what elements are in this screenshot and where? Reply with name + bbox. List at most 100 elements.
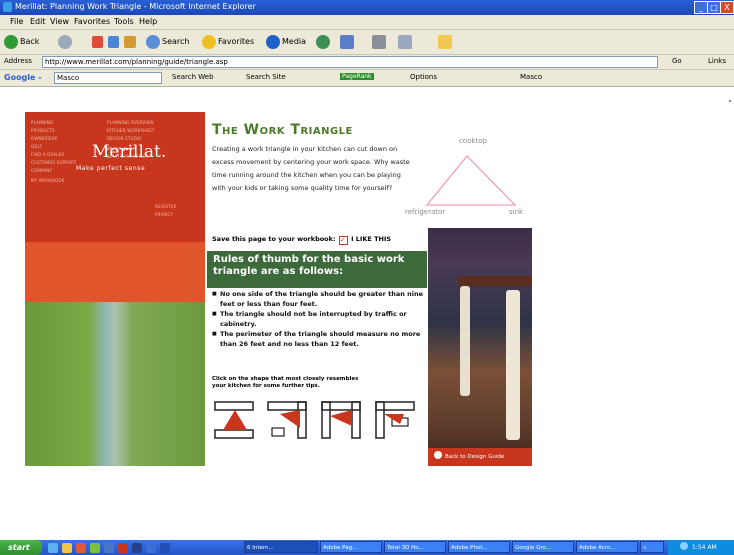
nav-link[interactable]: FIND A DEALER (31, 152, 64, 157)
kitchen-shape-island[interactable] (374, 400, 416, 440)
refresh-button[interactable] (108, 34, 121, 50)
quicklaunch-app-icon[interactable] (132, 543, 142, 553)
nav-link[interactable]: KITCHEN WORKSHEET (107, 128, 155, 133)
menu-tools[interactable]: Tools (114, 17, 134, 26)
quicklaunch-folder-icon[interactable] (62, 543, 72, 553)
menu-help[interactable]: Help (139, 17, 157, 26)
label-cooktop: cooktop (459, 137, 487, 145)
menu-favorites[interactable]: Favorites (74, 17, 110, 26)
nav-link[interactable]: PRIVACY (155, 212, 173, 217)
quicklaunch-app-icon[interactable] (146, 543, 156, 553)
stop-button[interactable] (92, 34, 105, 50)
nav-link[interactable]: DESIGN STUDIO (107, 136, 142, 141)
tray-icon[interactable] (680, 542, 688, 550)
rules-heading: Rules of thumb for the basic work triang… (207, 251, 427, 288)
refresh-icon (108, 35, 119, 48)
print-button[interactable] (372, 34, 388, 50)
like-checkbox-icon[interactable]: ✓ (338, 236, 348, 245)
nav-link[interactable]: COMPANY (31, 168, 52, 173)
task-internet-explorer[interactable]: 6 Intern... (244, 541, 318, 553)
stop-icon (92, 35, 103, 48)
forward-button[interactable] (58, 34, 74, 50)
quicklaunch-ie-icon[interactable] (48, 543, 58, 553)
google-logo[interactable]: Google - (4, 73, 42, 82)
search-site-button[interactable]: Search Site (246, 73, 286, 81)
menu-edit[interactable]: Edit (30, 17, 46, 26)
back-to-design-guide-button[interactable]: Back to Design Guide (428, 448, 532, 466)
menu-file[interactable]: File (10, 17, 23, 26)
nav-link[interactable]: CUSTOMER SUPPORT (31, 160, 76, 165)
rules-list: No one side of the triangle should be gr… (212, 289, 424, 349)
task-overflow[interactable]: « (640, 541, 664, 553)
media-button[interactable]: Media (266, 34, 306, 50)
kitchen-shape-instructions: Click on the shape that most closely res… (212, 376, 359, 389)
home-button[interactable] (124, 34, 138, 50)
brand-block (25, 242, 205, 302)
table-leg (460, 286, 470, 396)
kitchen-shape-u[interactable] (320, 400, 362, 440)
title-bar: Merillat: Planning Work Triangle - Micro… (0, 0, 734, 15)
folder-button[interactable] (438, 34, 454, 50)
list-item: No one side of the triangle should be gr… (212, 289, 424, 309)
taskbar: start 6 Intern... Adobe Pag... Total 3D … (0, 540, 734, 555)
nav-link[interactable]: PLANNING OVERVIEW (107, 120, 154, 125)
nav-link[interactable]: PRODUCTS (31, 128, 55, 133)
merillat-logo[interactable]: Merillat. (92, 142, 166, 162)
quicklaunch-app-icon[interactable] (160, 543, 170, 553)
like-button[interactable]: I LIKE THIS (351, 235, 391, 243)
start-button[interactable]: start (0, 540, 42, 555)
decorative-green-block (25, 302, 205, 466)
menu-view[interactable]: View (50, 17, 69, 26)
forward-arrow-icon (58, 34, 72, 49)
masco-button[interactable]: Masco (520, 73, 542, 81)
address-input[interactable]: http://www.merillat.com/planning/guide/t… (42, 56, 658, 68)
save-to-workbook: Save this page to your workbook: ✓ I LIK… (212, 235, 391, 245)
pagerank-indicator[interactable]: PageRank (340, 73, 374, 80)
kitchen-shape-l[interactable] (266, 400, 308, 440)
history-button[interactable] (316, 34, 332, 50)
home-icon (124, 35, 136, 48)
browser-toolbar: Back Search Favorites Media (0, 30, 734, 55)
nav-link[interactable]: REGISTER (155, 204, 176, 209)
favorites-button[interactable]: Favorites (202, 34, 254, 50)
star-icon (202, 34, 216, 49)
back-button[interactable]: Back (4, 34, 39, 50)
work-triangle-diagram: cooktop refrigerator sink (405, 137, 524, 216)
quicklaunch-app-icon[interactable] (104, 543, 114, 553)
nav-link[interactable]: MY WORKBOOK (31, 178, 64, 183)
list-item: The perimeter of the triangle should mea… (212, 329, 424, 349)
task-total-3d-home[interactable]: Total 3D Ho... (384, 541, 446, 553)
nav-link[interactable]: OWNERSHIP (31, 136, 57, 141)
maximize-button[interactable]: □ (707, 1, 721, 14)
close-button[interactable]: X (720, 1, 734, 14)
search-icon (146, 34, 160, 49)
kitchen-shape-galley[interactable] (213, 400, 255, 440)
kitchen-island-photo (428, 228, 532, 466)
minimize-button[interactable]: _ (694, 1, 708, 14)
task-adobe-pagemaker[interactable]: Adobe Pag... (320, 541, 382, 553)
intro-paragraph: Creating a work triangle in your kitchen… (212, 145, 410, 192)
search-web-button[interactable]: Search Web (172, 73, 214, 81)
history-icon (316, 34, 330, 49)
page-title: The Work Triangle (212, 122, 353, 138)
google-search-input[interactable]: Masco (54, 72, 162, 84)
quicklaunch-app-icon[interactable] (90, 543, 100, 553)
search-button[interactable]: Search (146, 34, 189, 50)
table-leg (506, 290, 520, 440)
task-google-groups[interactable]: Google Gro... (512, 541, 574, 553)
nav-link[interactable]: GOLF (31, 144, 43, 149)
edit-button[interactable] (398, 34, 414, 50)
ie-icon (3, 2, 12, 12)
options-button[interactable]: Options (410, 73, 437, 81)
window-title: Merillat: Planning Work Triangle - Micro… (15, 2, 256, 11)
go-button[interactable]: Go (672, 57, 682, 65)
task-adobe-acrobat[interactable]: Adobe Acro... (576, 541, 638, 553)
task-adobe-photoshop[interactable]: Adobe Phot... (448, 541, 510, 553)
quicklaunch-app-icon[interactable] (76, 543, 86, 553)
nav-link[interactable]: PLANNING (31, 120, 53, 125)
quicklaunch-app-icon[interactable] (118, 543, 128, 553)
folder-icon (438, 34, 452, 49)
links-button[interactable]: Links (708, 57, 726, 65)
scroll-marker (729, 100, 731, 102)
mail-button[interactable] (340, 34, 356, 50)
